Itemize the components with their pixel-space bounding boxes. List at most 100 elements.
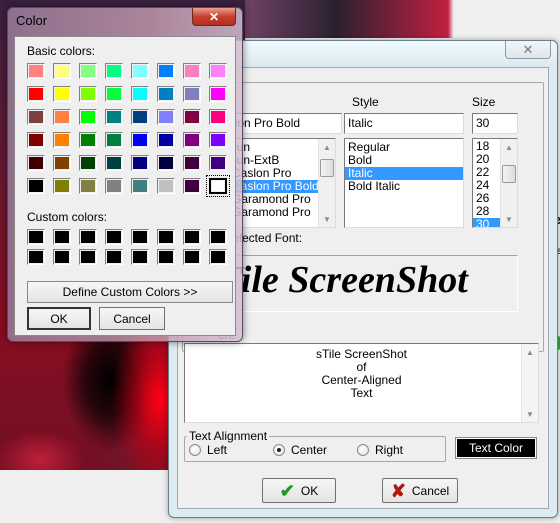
text-input-area[interactable]: sTile ScreenShot of Center-Aligned Text ▲ ▼: [184, 343, 539, 423]
cancel-label: Cancel: [113, 311, 151, 326]
ok-button[interactable]: ✔ OK: [262, 478, 336, 503]
basic-color-swatch[interactable]: [209, 63, 227, 79]
define-custom-colors-button[interactable]: Define Custom Colors >>: [27, 281, 233, 303]
basic-color-swatch[interactable]: [209, 132, 227, 148]
basic-color-swatch[interactable]: [79, 86, 97, 102]
scroll-down-icon[interactable]: ▼: [501, 211, 517, 227]
custom-color-swatch[interactable]: [105, 229, 123, 245]
swatch-color: [185, 65, 199, 77]
swatch-color: [55, 180, 69, 192]
basic-color-swatch[interactable]: [183, 132, 201, 148]
basic-color-swatch[interactable]: [209, 86, 227, 102]
scroll-thumb[interactable]: [320, 159, 334, 177]
basic-color-swatch[interactable]: [105, 155, 123, 171]
basic-color-swatch[interactable]: [79, 178, 97, 194]
custom-color-swatch[interactable]: [27, 229, 45, 245]
basic-color-swatch[interactable]: [53, 86, 71, 102]
custom-color-swatch[interactable]: [27, 249, 45, 265]
scroll-up-icon[interactable]: ▲: [501, 139, 517, 155]
basic-color-swatch[interactable]: [131, 86, 149, 102]
basic-color-swatch[interactable]: [105, 178, 123, 194]
basic-color-swatch[interactable]: [79, 155, 97, 171]
basic-color-swatch[interactable]: [157, 63, 175, 79]
custom-color-swatch[interactable]: [79, 249, 97, 265]
cancel-button[interactable]: Cancel: [99, 307, 165, 330]
basic-color-swatch[interactable]: [209, 155, 227, 171]
basic-color-swatch[interactable]: [53, 109, 71, 125]
basic-color-swatch[interactable]: [27, 63, 45, 79]
custom-color-swatch[interactable]: [105, 249, 123, 265]
scroll-thumb[interactable]: [502, 165, 516, 183]
size-list[interactable]: 18 20 22 24 26 28 30 ▲ ▼: [472, 138, 518, 228]
basic-color-swatch[interactable]: [183, 155, 201, 171]
basic-color-swatch[interactable]: [105, 132, 123, 148]
basic-color-swatch[interactable]: [206, 175, 230, 197]
basic-color-swatch[interactable]: [27, 178, 45, 194]
custom-color-swatch[interactable]: [53, 249, 71, 265]
basic-color-swatch[interactable]: [183, 109, 201, 125]
basic-color-swatch[interactable]: [157, 86, 175, 102]
alignment-radio-left[interactable]: Left: [189, 443, 227, 457]
custom-color-swatch[interactable]: [79, 229, 97, 245]
basic-color-swatch[interactable]: [131, 178, 149, 194]
basic-color-swatch[interactable]: [79, 63, 97, 79]
basic-color-swatch[interactable]: [157, 109, 175, 125]
alignment-radio-center[interactable]: Center: [273, 443, 327, 457]
font-list-scrollbar[interactable]: ▲ ▼: [318, 139, 335, 227]
basic-color-swatch[interactable]: [105, 63, 123, 79]
custom-color-swatch[interactable]: [157, 229, 175, 245]
scroll-down-icon[interactable]: ▼: [522, 406, 538, 422]
size-input[interactable]: 30: [472, 113, 518, 134]
basic-color-swatch[interactable]: [131, 132, 149, 148]
basic-color-swatch[interactable]: [131, 155, 149, 171]
style-input[interactable]: Italic: [344, 113, 464, 134]
style-list-item[interactable]: Bold Italic: [345, 180, 463, 193]
custom-color-swatch[interactable]: [209, 249, 227, 265]
basic-color-swatch[interactable]: [27, 132, 45, 148]
scroll-up-icon[interactable]: ▲: [522, 344, 538, 360]
basic-color-swatch[interactable]: [27, 155, 45, 171]
text-color-button[interactable]: Text Color: [455, 437, 537, 459]
text-area-scrollbar[interactable]: ▲ ▼: [521, 344, 538, 422]
basic-color-swatch[interactable]: [157, 178, 175, 194]
basic-color-swatch[interactable]: [53, 132, 71, 148]
custom-color-swatch[interactable]: [183, 249, 201, 265]
custom-color-swatch[interactable]: [131, 249, 149, 265]
basic-color-swatch[interactable]: [53, 63, 71, 79]
basic-color-swatch[interactable]: [53, 178, 71, 194]
style-list[interactable]: Regular Bold Italic Bold Italic: [344, 138, 464, 228]
basic-color-swatch[interactable]: [209, 109, 227, 125]
radio-button-icon[interactable]: [273, 444, 285, 456]
custom-color-swatch[interactable]: [209, 229, 227, 245]
basic-color-swatch[interactable]: [27, 86, 45, 102]
basic-color-swatch[interactable]: [157, 155, 175, 171]
custom-color-swatch[interactable]: [131, 229, 149, 245]
scroll-up-icon[interactable]: ▲: [319, 139, 335, 155]
color-dialog: Color ✕ Basic colors: Custom colors: Def…: [7, 7, 243, 342]
size-list-scrollbar[interactable]: ▲ ▼: [500, 139, 517, 227]
basic-color-swatch[interactable]: [79, 109, 97, 125]
custom-color-swatch[interactable]: [53, 229, 71, 245]
custom-color-swatch[interactable]: [183, 229, 201, 245]
basic-color-swatch[interactable]: [131, 109, 149, 125]
basic-color-swatch[interactable]: [183, 178, 201, 194]
basic-color-swatch[interactable]: [183, 86, 201, 102]
cancel-button[interactable]: ✘ Cancel: [382, 478, 458, 503]
close-button[interactable]: ✕: [505, 41, 551, 59]
basic-color-swatch[interactable]: [79, 132, 97, 148]
basic-color-swatch[interactable]: [157, 132, 175, 148]
ok-button[interactable]: OK: [27, 307, 91, 330]
basic-color-swatch[interactable]: [53, 155, 71, 171]
custom-color-swatch[interactable]: [157, 249, 175, 265]
basic-color-swatch[interactable]: [105, 86, 123, 102]
close-button[interactable]: ✕: [192, 8, 236, 26]
alignment-radio-right[interactable]: Right: [357, 443, 403, 457]
size-list-item[interactable]: 30: [473, 218, 501, 227]
basic-color-swatch[interactable]: [27, 109, 45, 125]
basic-color-swatch[interactable]: [105, 109, 123, 125]
radio-button-icon[interactable]: [357, 444, 369, 456]
basic-color-swatch[interactable]: [183, 63, 201, 79]
radio-button-icon[interactable]: [189, 444, 201, 456]
scroll-down-icon[interactable]: ▼: [319, 211, 335, 227]
basic-color-swatch[interactable]: [131, 63, 149, 79]
